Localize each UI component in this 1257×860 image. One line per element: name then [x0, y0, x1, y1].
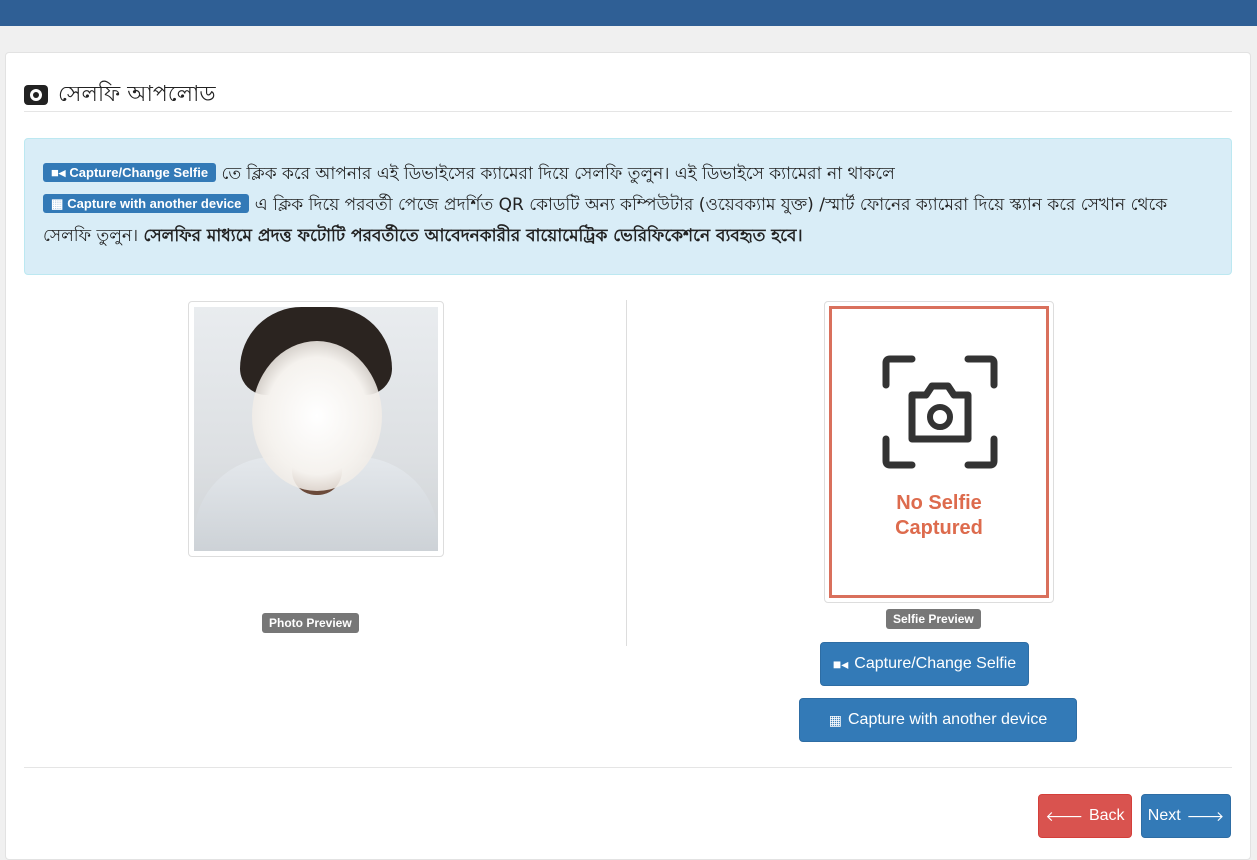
capture-change-selfie-button[interactable]: ■◂ Capture/Change Selfie [820, 642, 1029, 686]
photo-preview-image [194, 307, 438, 551]
qr-code-icon: ▦ [51, 196, 64, 211]
capture-another-device-button[interactable]: ▦ Capture with another device [799, 698, 1077, 742]
photo-preview-frame [188, 301, 444, 557]
panel-title-text: সেলফি আপলোড [58, 81, 216, 107]
title-divider [24, 111, 1232, 112]
panel-title: সেলফি আপলোড [24, 79, 216, 111]
selfie-preview-label: Selfie Preview [886, 609, 981, 629]
video-camera-icon: ■◂ [51, 165, 66, 180]
info-text-1: তে ক্লিক করে আপনার এই ডিভাইসের ক্যামেরা … [216, 164, 895, 184]
selfie-preview-frame: No Selfie Captured [824, 301, 1054, 603]
no-selfie-text: No Selfie Captured [895, 492, 983, 539]
camera-icon [24, 85, 48, 105]
arrow-right-icon: 🡒 [1186, 807, 1225, 824]
arrow-left-icon: 🡐 [1045, 807, 1083, 824]
back-button[interactable]: 🡐 Back [1038, 794, 1132, 838]
capture-selfie-tag: ■◂ Capture/Change Selfie [43, 163, 217, 182]
top-header-bar [0, 0, 1257, 26]
camera-frame-icon [882, 355, 998, 469]
photo-preview-label: Photo Preview [262, 613, 359, 633]
another-device-tag: ▦ Capture with another device [43, 194, 250, 213]
selfie-placeholder: No Selfie Captured [829, 306, 1049, 598]
info-bold-text: সেলফির মাধ্যমে প্রদত্ত ফটোটি পরবর্তীতে আ… [143, 226, 803, 246]
info-alert: ■◂ Capture/Change Selfie তে ক্লিক করে আপন… [24, 138, 1232, 275]
next-button[interactable]: Next 🡒 [1141, 794, 1231, 838]
footer-divider [24, 767, 1232, 768]
column-divider [626, 300, 627, 646]
video-camera-icon: ■◂ [832, 655, 849, 672]
qr-code-icon: ▦ [828, 711, 842, 728]
selfie-upload-panel: সেলফি আপলোড ■◂ Capture/Change Selfie তে ক… [5, 52, 1251, 860]
